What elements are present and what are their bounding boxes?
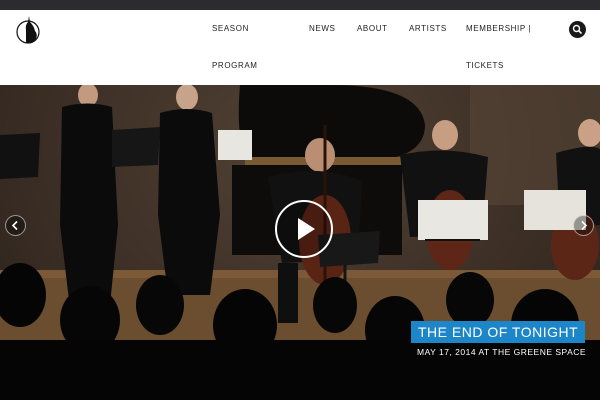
nav-about[interactable]: ABOUT	[357, 24, 388, 33]
chevron-right-icon	[581, 220, 588, 231]
play-button[interactable]	[275, 200, 333, 258]
nav-news[interactable]: NEWS	[309, 24, 335, 33]
hero-title[interactable]: THE END OF TONIGHT	[411, 321, 586, 343]
nav-membership[interactable]: MEMBERSHIP |	[466, 24, 531, 33]
search-button[interactable]	[569, 21, 586, 38]
search-icon	[572, 24, 582, 34]
nav-artists[interactable]: ARTISTS	[409, 24, 447, 33]
hero-subtitle: MAY 17, 2014 AT THE GREENE SPACE	[417, 347, 587, 357]
site-header: SEASON PROGRAM NEWS ABOUT ARTISTS MEMBER…	[0, 10, 600, 85]
nav-tickets[interactable]: TICKETS	[466, 61, 504, 70]
logo-icon[interactable]	[14, 14, 44, 46]
slider-prev-button[interactable]	[5, 215, 26, 236]
nav-season[interactable]: SEASON	[212, 24, 249, 33]
play-icon	[298, 218, 315, 240]
slider-next-button[interactable]	[573, 215, 594, 236]
top-strip	[0, 0, 600, 10]
nav-program[interactable]: PROGRAM	[212, 61, 258, 70]
chevron-left-icon	[11, 220, 18, 231]
hero-slider: THE END OF TONIGHT MAY 17, 2014 AT THE G…	[0, 85, 600, 400]
